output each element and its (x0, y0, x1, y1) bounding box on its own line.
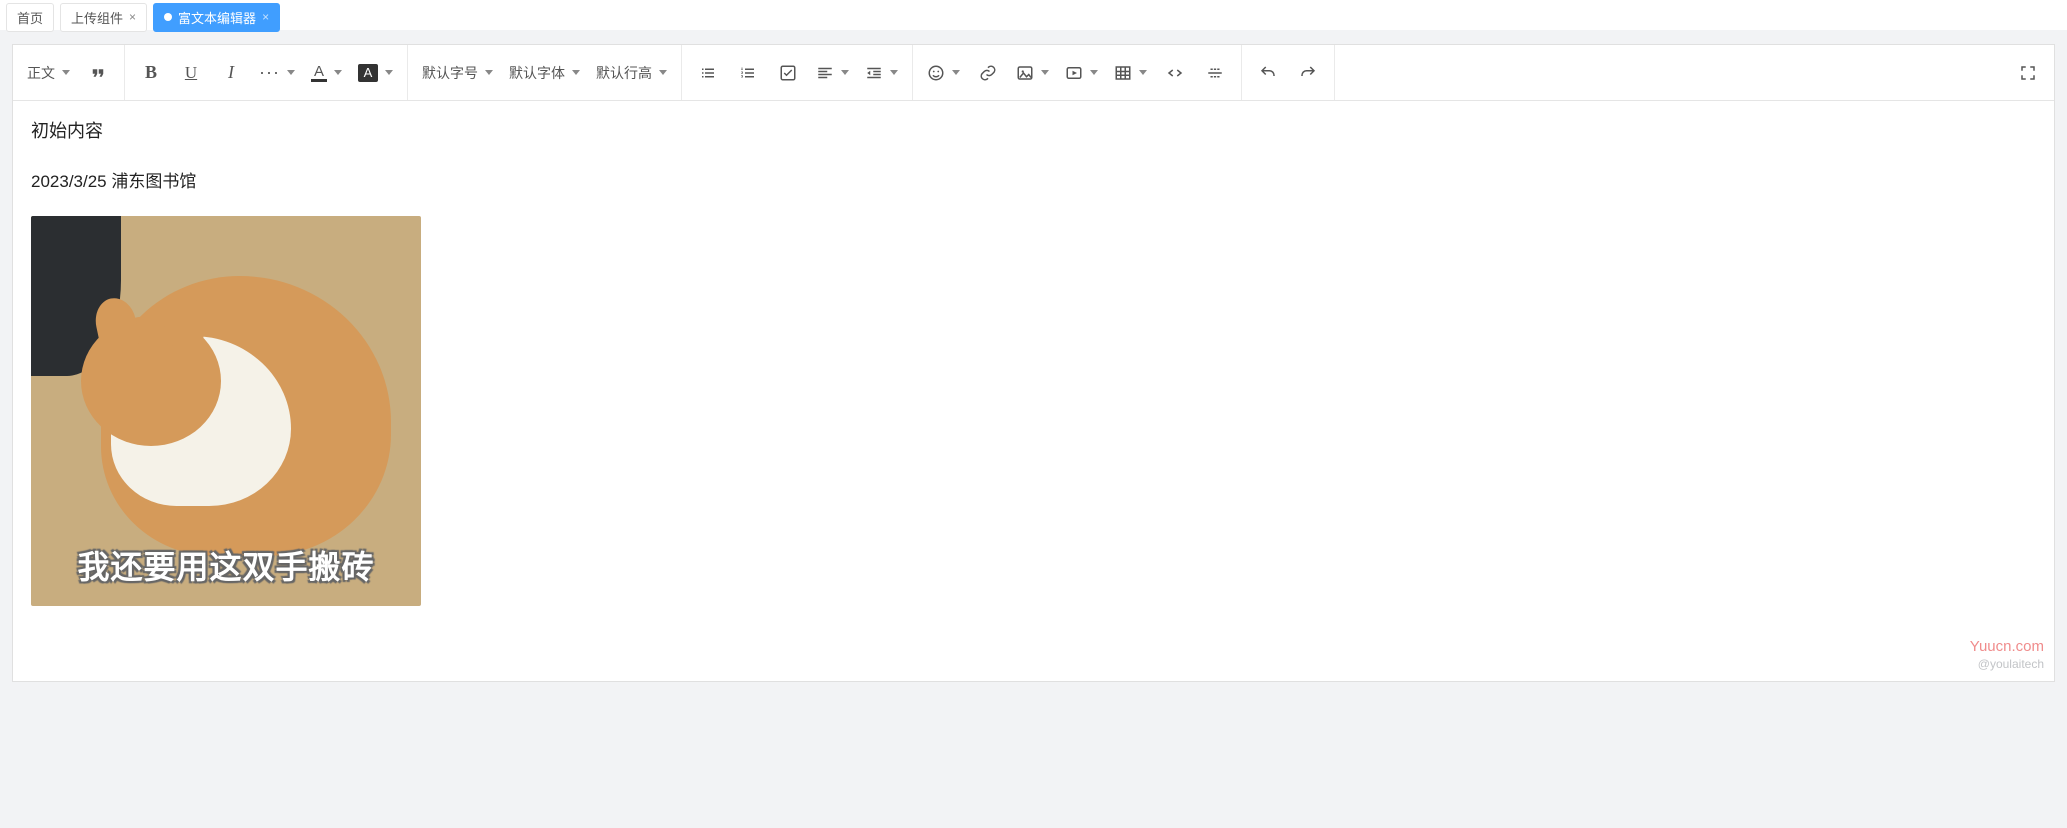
indent-icon (865, 64, 883, 82)
todo-button[interactable] (768, 53, 808, 93)
bullet-list-icon (699, 64, 717, 82)
italic-icon: I (228, 62, 234, 83)
tab-label: 上传组件 (71, 8, 123, 27)
divider-button[interactable] (1195, 53, 1235, 93)
tab-upload[interactable]: 上传组件 × (60, 3, 147, 32)
heading-label: 正文 (27, 63, 55, 83)
image-cat-shape (81, 316, 221, 446)
close-icon[interactable]: × (262, 10, 269, 24)
tab-rich-editor[interactable]: 富文本编辑器 × (153, 3, 280, 32)
ordered-list-icon (739, 64, 757, 82)
font-color-icon: A (314, 64, 324, 79)
chevron-down-icon (572, 70, 580, 75)
italic-button[interactable]: I (211, 53, 251, 93)
chevron-down-icon (485, 70, 493, 75)
watermark: Yuucn.com @youlaitech (1970, 638, 2044, 671)
indent-button[interactable] (857, 53, 906, 93)
font-family-select[interactable]: 默认字体 (501, 53, 588, 93)
chevron-down-icon (287, 70, 295, 75)
code-block-button[interactable] (1155, 53, 1195, 93)
heading-select[interactable]: 正文 (19, 53, 78, 93)
underline-button[interactable]: U (171, 53, 211, 93)
font-color-bar (311, 79, 327, 82)
font-size-label: 默认字号 (422, 63, 478, 83)
image-caption: 我还要用这双手搬砖 (31, 542, 421, 588)
chevron-down-icon (659, 70, 667, 75)
tab-label: 首页 (17, 8, 43, 27)
fullscreen-button[interactable] (2008, 53, 2048, 93)
font-family-label: 默认字体 (509, 63, 565, 83)
watermark-line-1: Yuucn.com (1970, 638, 2044, 655)
divider-icon (1206, 64, 1224, 82)
watermark-line-2: @youlaitech (1970, 657, 2044, 671)
close-icon[interactable]: × (129, 10, 136, 24)
image-button[interactable] (1008, 53, 1057, 93)
inserted-image[interactable]: 我还要用这双手搬砖 (31, 216, 421, 606)
image-icon (1016, 64, 1034, 82)
chevron-down-icon (1139, 70, 1147, 75)
align-button[interactable] (808, 53, 857, 93)
bg-color-icon: A (358, 64, 378, 82)
underline-icon: U (185, 63, 197, 83)
active-dot-icon (164, 13, 172, 21)
content-line-2: 2023/3/25 浦东图书馆 (31, 167, 2036, 192)
bold-icon: B (145, 62, 157, 83)
bg-color-button[interactable]: A (350, 53, 401, 93)
chevron-down-icon (890, 70, 898, 75)
fullscreen-icon (2019, 64, 2037, 82)
font-size-select[interactable]: 默认字号 (414, 53, 501, 93)
bold-button[interactable]: B (131, 53, 171, 93)
more-styles-button[interactable]: ··· (251, 53, 303, 93)
video-icon (1065, 64, 1083, 82)
content-line-1: 初始内容 (31, 117, 2036, 143)
line-height-label: 默认行高 (596, 63, 652, 83)
undo-icon (1259, 64, 1277, 82)
code-icon (1166, 64, 1184, 82)
editor-container: 正文 B U I ··· A (12, 44, 2055, 682)
tabs-bar: 首页 上传组件 × 富文本编辑器 × (0, 0, 2067, 30)
redo-button[interactable] (1288, 53, 1328, 93)
align-icon (816, 64, 834, 82)
chevron-down-icon (1041, 70, 1049, 75)
link-button[interactable] (968, 53, 1008, 93)
checkbox-icon (779, 64, 797, 82)
chevron-down-icon (952, 70, 960, 75)
video-button[interactable] (1057, 53, 1106, 93)
emoji-icon (927, 64, 945, 82)
chevron-down-icon (334, 70, 342, 75)
toolbar: 正文 B U I ··· A (13, 45, 2054, 101)
font-color-button[interactable]: A (303, 53, 350, 93)
chevron-down-icon (841, 70, 849, 75)
chevron-down-icon (1090, 70, 1098, 75)
blockquote-button[interactable] (78, 53, 118, 93)
chevron-down-icon (385, 70, 393, 75)
undo-button[interactable] (1248, 53, 1288, 93)
tab-home[interactable]: 首页 (6, 3, 54, 32)
emoji-button[interactable] (919, 53, 968, 93)
quote-icon (89, 64, 107, 82)
line-height-select[interactable]: 默认行高 (588, 53, 675, 93)
editor-content[interactable]: 初始内容 2023/3/25 浦东图书馆 我还要用这双手搬砖 Yuucn.com… (13, 101, 2054, 681)
table-button[interactable] (1106, 53, 1155, 93)
ordered-list-button[interactable] (728, 53, 768, 93)
link-icon (979, 64, 997, 82)
redo-icon (1299, 64, 1317, 82)
bullet-list-button[interactable] (688, 53, 728, 93)
table-icon (1114, 64, 1132, 82)
tab-label: 富文本编辑器 (178, 8, 256, 27)
chevron-down-icon (62, 70, 70, 75)
more-icon: ··· (259, 62, 280, 83)
